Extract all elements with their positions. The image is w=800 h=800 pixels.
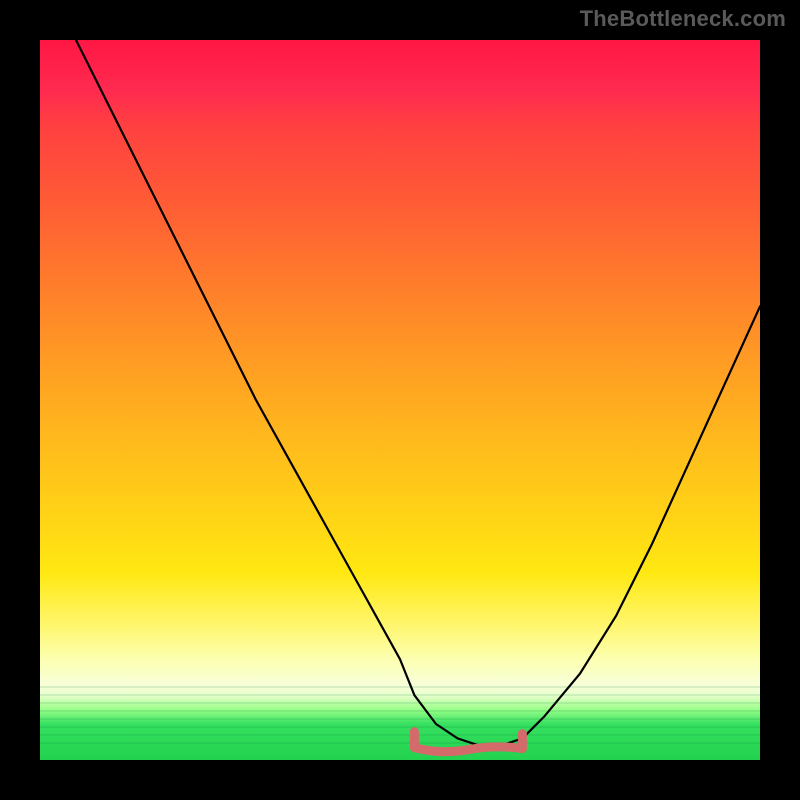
bottleneck-curve [40,40,760,760]
plot-area [40,40,760,760]
watermark-text: TheBottleneck.com [580,6,786,32]
chart-frame: TheBottleneck.com [0,0,800,800]
